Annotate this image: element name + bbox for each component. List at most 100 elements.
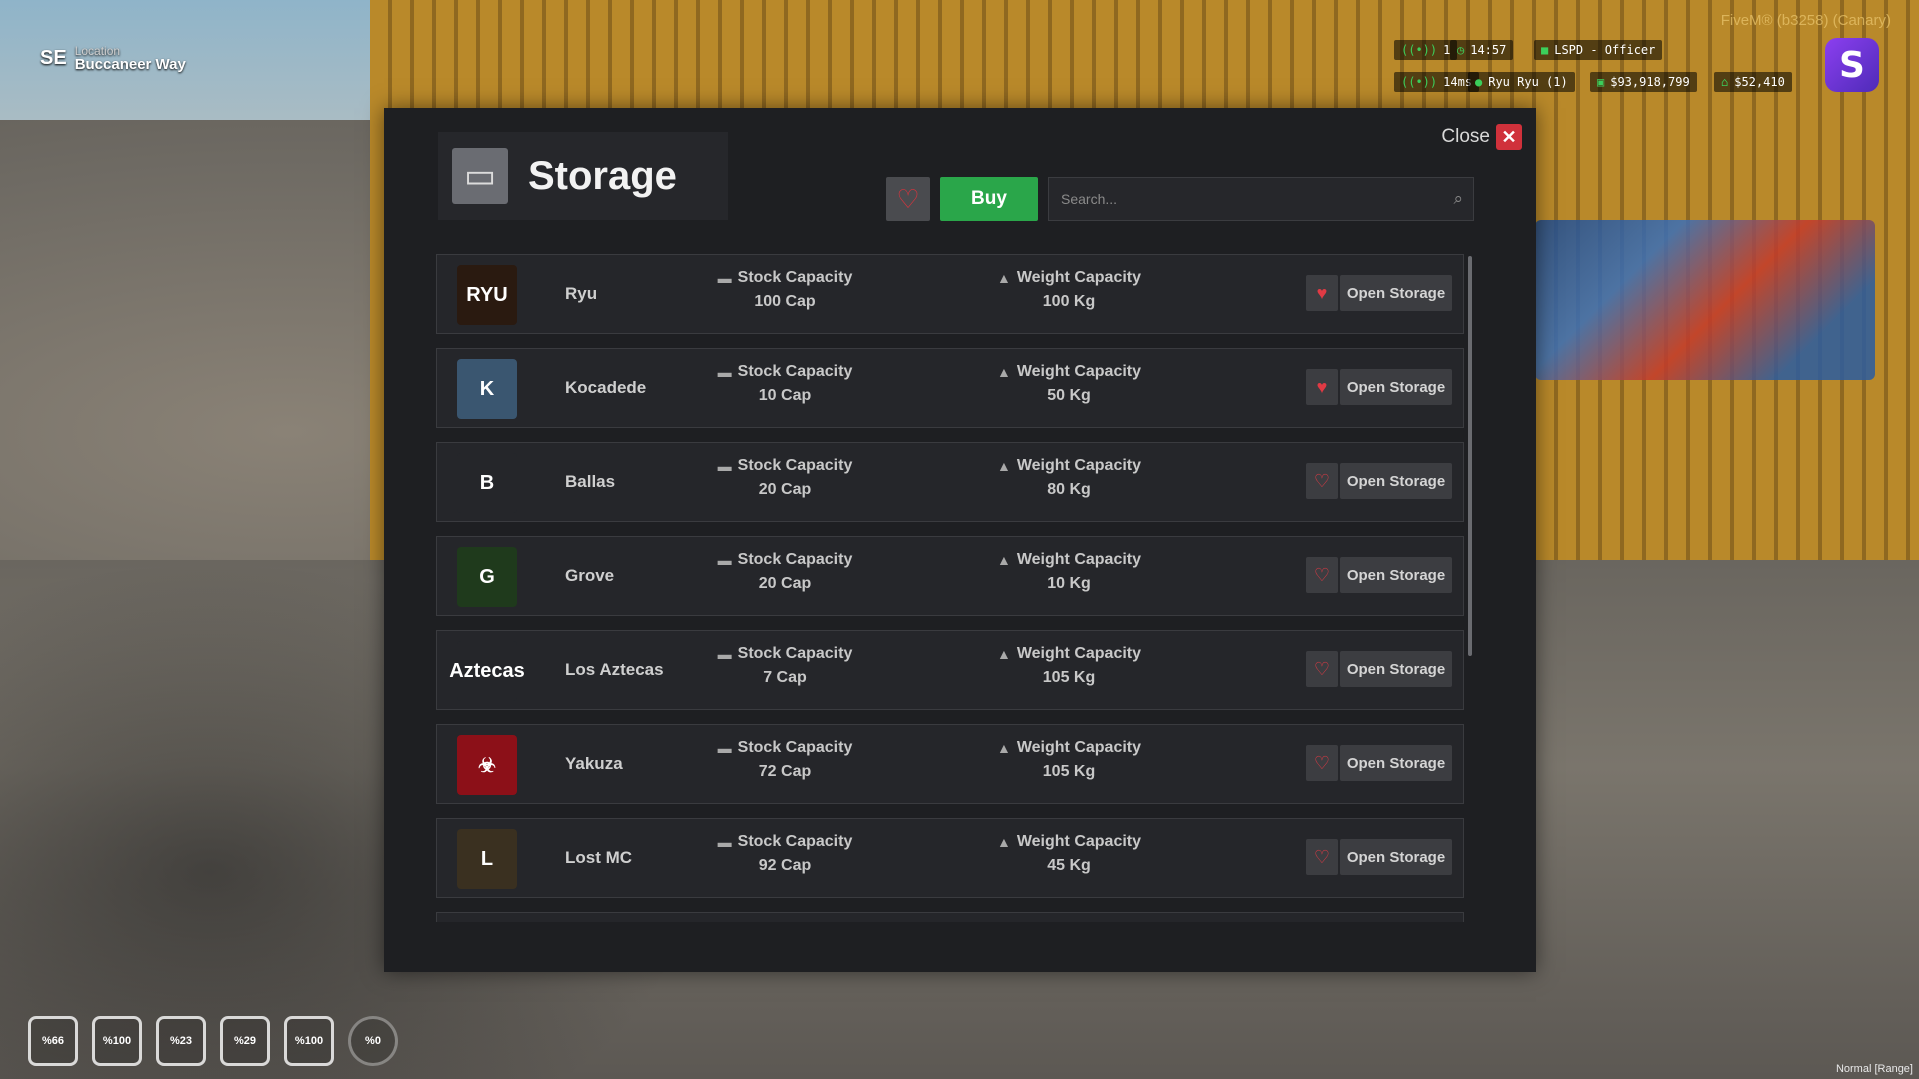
list-scrollbar[interactable] [1468,256,1472,656]
weight-icon: ▲ [996,552,1011,568]
box-icon: ▬ [717,834,732,850]
box-icon: ▬ [717,646,732,662]
weight-capacity: ▲ Weight Capacity 100 Kg [969,269,1169,311]
search-icon[interactable]: ⌕ [1453,189,1463,209]
favorite-button[interactable]: ♥ [1306,275,1338,311]
storage-name: Ryu [565,284,598,303]
storage-row: G Grove ▬ Stock Capacity 20 Cap ▲ Weight… [436,536,1464,616]
storage-row: RYU Ryu ▬ Stock Capacity 100 Cap ▲ Weigh… [436,254,1464,334]
location-indicator: SE Location Buccaneer Way [40,44,186,72]
open-storage-button[interactable]: Open Storage [1340,839,1452,875]
cash-icon: ▣ [1597,75,1605,89]
favorite-button[interactable]: ♡ [1306,463,1338,499]
ping-indicator: ((•)) 14ms [1394,72,1480,92]
storage-name: Lost MC [565,848,633,867]
weight-icon: ▲ [996,458,1011,474]
player-name: Ryu Ryu (1) [1488,75,1568,89]
storage-row: B Ballas ▬ Stock Capacity 20 Cap ▲ Weigh… [436,442,1464,522]
clock-icon: ◷ [1457,43,1465,57]
favorites-filter-button[interactable]: ♡ [886,177,930,221]
storage-row: Aztecas Los Aztecas ▬ Stock Capacity 7 C… [436,630,1464,710]
favorite-button[interactable]: ♡ [1306,745,1338,781]
storage-list[interactable]: RYU Ryu ▬ Stock Capacity 100 Cap ▲ Weigh… [436,254,1464,934]
panel-header: ▭ Storage [438,132,728,220]
gang-logo: B [457,453,517,513]
clock-time: 14:57 [1470,43,1507,57]
storage-row: K Kocadede ▬ Stock Capacity 10 Cap ▲ Wei… [436,348,1464,428]
stock-capacity-label: Stock Capacity [737,833,853,850]
gang-logo: L [457,829,517,889]
favorite-button[interactable]: ♥ [1306,369,1338,405]
heart-outline-icon[interactable]: ♡ [1314,753,1330,774]
heart-outline-icon[interactable]: ♡ [1314,659,1330,680]
open-storage-button[interactable]: Open Storage [1340,745,1452,781]
search-box[interactable]: ⌕ [1048,177,1474,221]
server-logo: S [1825,38,1879,92]
storage-name: Ballas [565,472,616,491]
stock-capacity: ▬ Stock Capacity 20 Cap [685,551,885,593]
gang-logo: K [457,359,517,419]
weight-capacity-label: Weight Capacity [1016,833,1142,850]
stock-capacity-value: 72 Cap [758,763,812,780]
armor-status: %0 [348,1016,398,1066]
gang-logo: RYU [457,265,517,325]
open-storage-button[interactable]: Open Storage [1340,275,1452,311]
weight-capacity-value: 45 Kg [1047,857,1091,874]
close-icon[interactable]: ✕ [1496,124,1522,150]
weight-icon: ▲ [996,740,1011,756]
open-storage-button[interactable]: Open Storage [1340,463,1452,499]
heart-outline-icon[interactable]: ♡ [896,184,919,215]
weight-capacity-label: Weight Capacity [1016,739,1142,756]
street-name: Buccaneer Way [74,56,186,73]
job-badge: ■ LSPD - Officer [1534,40,1663,60]
storage-row-partial [436,912,1464,922]
weight-capacity: ▲ Weight Capacity 105 Kg [969,645,1169,687]
stock-capacity: ▬ Stock Capacity 20 Cap [685,457,885,499]
voice-mode: Normal [Range] [1835,1063,1913,1075]
search-input[interactable] [1059,190,1454,208]
weight-capacity: ▲ Weight Capacity 80 Kg [969,457,1169,499]
stock-capacity-label: Stock Capacity [737,457,853,474]
stock-capacity-value: 92 Cap [758,857,812,874]
food-status: %23 [156,1016,206,1066]
microphone-status: %66 [28,1016,78,1066]
weight-icon: ▲ [996,270,1011,286]
weight-capacity-value: 100 Kg [1042,293,1096,310]
weight-capacity-label: Weight Capacity [1016,457,1142,474]
stamina-status: %100 [284,1016,334,1066]
gang-logo: Aztecas [449,641,525,701]
stock-capacity: ▬ Stock Capacity 7 Cap [685,645,885,687]
favorite-button[interactable]: ♡ [1306,557,1338,593]
storage-name: Grove [565,566,615,585]
box-icon: ▬ [717,270,732,286]
stock-capacity-value: 10 Cap [758,387,812,404]
close-button[interactable]: Close ✕ [1441,124,1522,150]
weight-capacity-value: 105 Kg [1042,763,1096,780]
heart-status: %100 [92,1016,142,1066]
heart-filled-icon[interactable]: ♥ [1317,283,1328,304]
heart-outline-icon[interactable]: ♡ [1314,565,1330,586]
weight-capacity-value: 50 Kg [1047,387,1091,404]
cash-value: $93,918,799 [1610,75,1690,89]
open-storage-button[interactable]: Open Storage [1340,651,1452,687]
storage-name: Yakuza [565,754,623,773]
stock-capacity: ▬ Stock Capacity 92 Cap [685,833,885,875]
storage-panel: Close ✕ ▭ Storage ♡ Buy ⌕ RYU Ryu ▬ Stoc… [384,108,1536,972]
favorite-button[interactable]: ♡ [1306,839,1338,875]
heart-outline-icon[interactable]: ♡ [1314,847,1330,868]
storage-name: Los Aztecas [565,660,664,679]
heart-filled-icon[interactable]: ♥ [1317,377,1328,398]
open-storage-button[interactable]: Open Storage [1340,557,1452,593]
open-storage-button[interactable]: Open Storage [1340,369,1452,405]
stock-capacity-value: 7 Cap [763,669,807,686]
close-label[interactable]: Close [1441,126,1490,148]
signal-icon: ((•)) [1401,43,1438,57]
page-title: Storage [528,153,677,198]
buy-button[interactable]: Buy [940,177,1038,221]
heart-outline-icon[interactable]: ♡ [1314,471,1330,492]
favorite-button[interactable]: ♡ [1306,651,1338,687]
bank-value: $52,410 [1734,75,1785,89]
stock-capacity-value: 20 Cap [758,481,812,498]
cash-badge: ▣ $93,918,799 [1590,72,1697,92]
weight-capacity-value: 10 Kg [1047,575,1091,592]
